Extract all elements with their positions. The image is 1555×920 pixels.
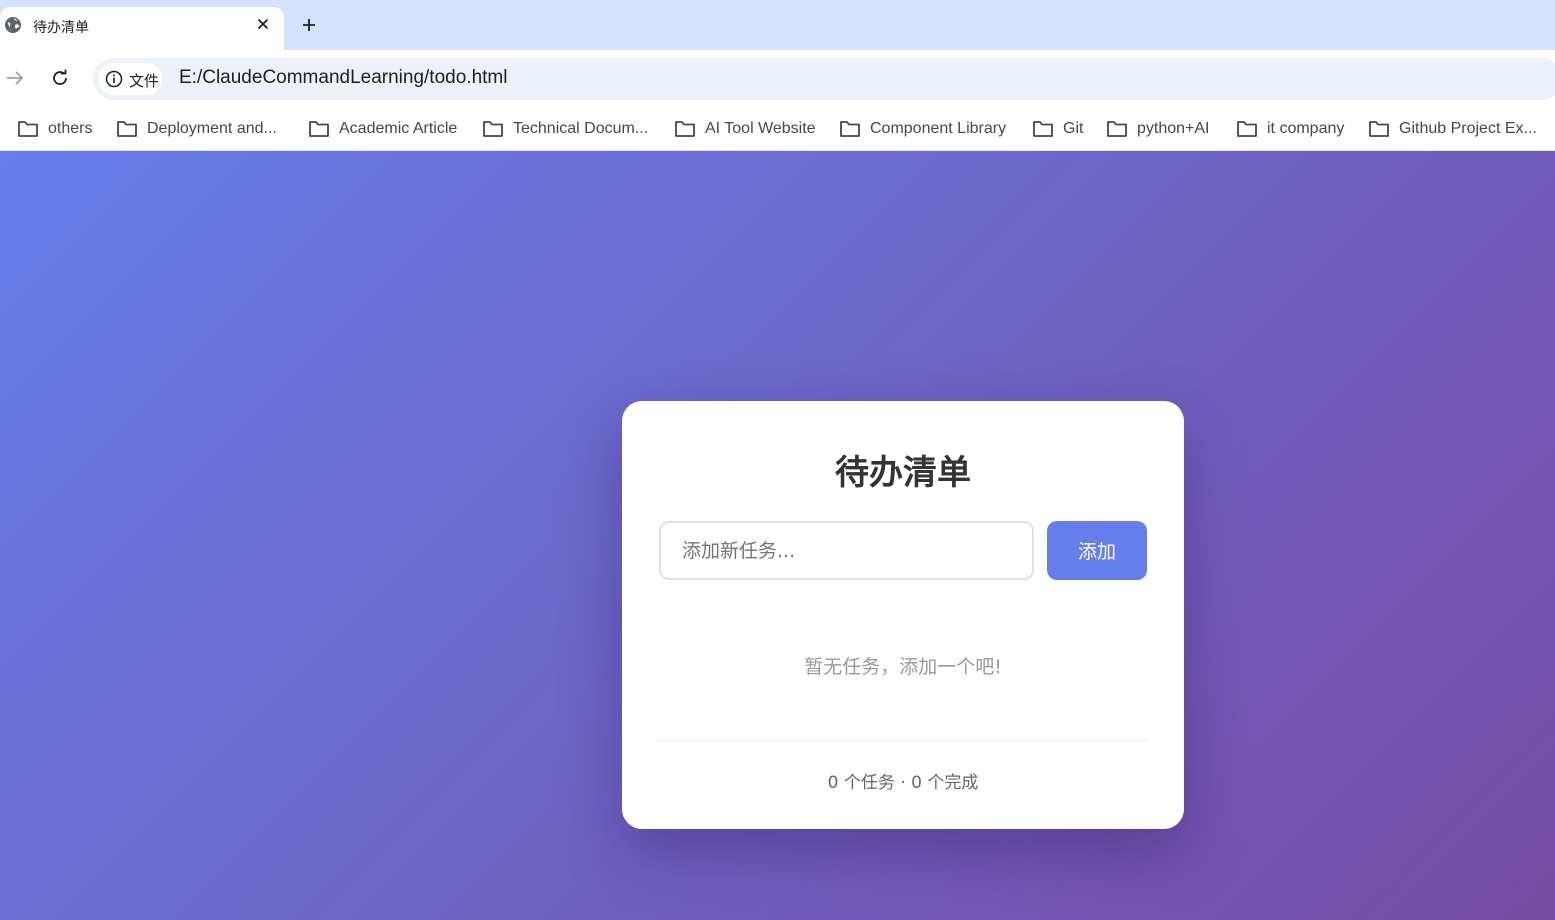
folder-icon [1033,121,1053,137]
page-title: 待办清单 [835,453,971,493]
site-info-chip[interactable]: 文件 [98,63,162,95]
bookmark-label: Component Library [870,120,1007,137]
bookmark-label: Deployment and... [147,120,277,137]
address-bar[interactable]: 文件 E:/ClaudeCommandLearning/todo.html [93,58,1555,100]
empty-state-message: 暂无任务，添加一个吧! [804,656,1002,678]
browser-toolbar: 文件 E:/ClaudeCommandLearning/todo.html [0,50,1555,108]
task-stats: 0 个任务 · 0 个完成 [827,773,979,793]
bookmark-folder[interactable]: Git [1032,114,1083,144]
bookmark-folder[interactable]: others [17,114,92,144]
new-task-input[interactable] [659,521,1034,580]
tab-strip: 待办清单 [0,0,1555,50]
bookmark-label: AI Tool Website [705,120,816,137]
forward-button[interactable] [1,64,29,92]
todo-card: 待办清单 添加 暂无任务，添加一个吧! 0 个任务 · 0 个完成 [622,401,1184,829]
bookmark-folder[interactable]: python+AI [1106,114,1210,144]
bookmark-folder[interactable]: Academic Article [308,114,457,144]
bookmark-label: Technical Docum... [513,120,649,137]
add-task-button[interactable]: 添加 [1047,521,1147,580]
url-text[interactable]: E:/ClaudeCommandLearning/todo.html [179,67,507,89]
folder-icon [309,121,329,137]
bookmark-label: Academic Article [339,120,458,137]
reload-icon [53,69,67,85]
bookmark-folder[interactable]: Deployment and... [116,114,277,144]
bookmark-label: Git [1063,120,1084,137]
bookmarks-bar: others Deployment and... Academic Articl… [0,108,1555,151]
globe-icon [5,17,21,33]
folder-icon [1107,121,1127,137]
bookmark-folder[interactable]: it company [1236,114,1344,144]
bookmark-label: others [48,120,93,137]
folder-icon [1237,121,1257,137]
bookmark-folder[interactable]: Technical Docum... [482,114,648,144]
divider [659,740,1148,741]
bookmark-folder[interactable]: AI Tool Website [674,114,816,144]
active-tab[interactable]: 待办清单 [0,7,284,50]
new-tab-button[interactable] [296,12,322,38]
folder-icon [675,121,695,137]
tab-title: 待办清单 [33,20,89,36]
folder-icon [840,121,860,137]
site-info-label: 文件 [129,72,160,90]
info-icon [105,70,123,88]
folder-icon [18,121,38,137]
arrow-right-icon [7,71,24,85]
reload-button[interactable] [46,64,74,92]
folder-icon [483,121,503,137]
plus-icon [303,19,315,31]
page-background: 待办清单 添加 暂无任务，添加一个吧! 0 个任务 · 0 个完成 [0,151,1555,920]
folder-icon [117,121,137,137]
close-tab-button[interactable] [252,13,274,35]
bookmark-label: python+AI [1137,120,1210,137]
bookmark-folder[interactable]: Component Library [839,114,1006,144]
bookmark-label: it company [1267,120,1345,137]
bookmark-label: Github Project Ex... [1399,120,1537,137]
bookmark-folder[interactable]: Github Project Ex... [1368,114,1537,144]
close-icon [257,18,269,30]
folder-icon [1369,121,1389,137]
